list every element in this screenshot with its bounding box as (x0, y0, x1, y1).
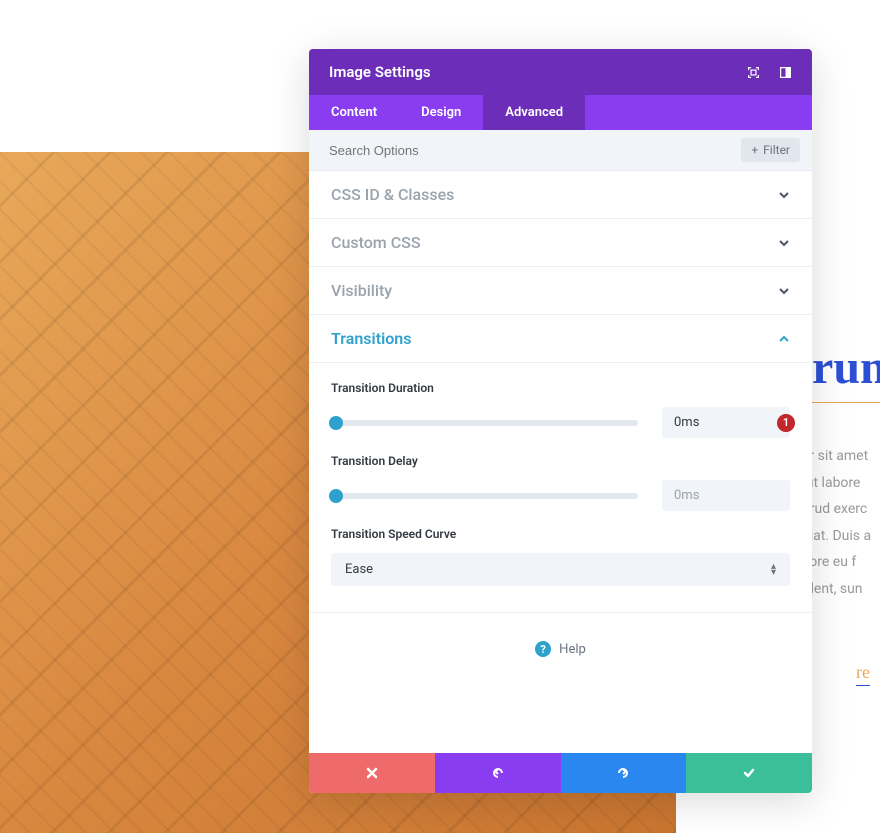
section-label: Custom CSS (331, 233, 421, 252)
search-input[interactable] (321, 139, 741, 162)
check-icon (742, 766, 756, 780)
page-link-fragment[interactable]: re (856, 662, 870, 686)
section-label: CSS ID & Classes (331, 185, 454, 204)
chevron-up-icon (778, 333, 790, 345)
save-button[interactable] (686, 753, 812, 793)
expand-icon[interactable] (746, 65, 760, 79)
help-link[interactable]: ? Help (309, 613, 812, 753)
modal-header-icons (746, 65, 792, 79)
heading-underline (810, 402, 880, 403)
plus-icon: + (751, 143, 758, 157)
section-visibility[interactable]: Visibility (309, 267, 812, 315)
duration-row: 0ms 1 (331, 407, 790, 438)
delay-row: 0ms (331, 480, 790, 511)
transitions-panel: Transition Duration 0ms 1 Transition Del… (309, 363, 812, 612)
redo-icon (616, 766, 630, 780)
help-icon: ? (535, 641, 551, 657)
duration-slider[interactable] (331, 420, 638, 426)
duration-value: 0ms (674, 415, 699, 430)
snap-icon[interactable] (778, 65, 792, 79)
delay-label: Transition Delay (331, 454, 790, 468)
duration-value-input[interactable]: 0ms 1 (662, 407, 790, 438)
modal-header: Image Settings (309, 49, 812, 95)
section-label: Transitions (331, 329, 411, 348)
delay-slider[interactable] (331, 493, 638, 499)
tab-content[interactable]: Content (309, 95, 399, 130)
speed-curve-select[interactable]: Ease ▴▾ (331, 553, 790, 586)
chevron-down-icon (778, 285, 790, 297)
search-row: + Filter (309, 130, 812, 171)
section-label: Visibility (331, 281, 392, 300)
section-transitions[interactable]: Transitions (309, 315, 812, 363)
chevron-down-icon (778, 237, 790, 249)
close-icon (365, 766, 379, 780)
slider-thumb[interactable] (329, 489, 343, 503)
tab-advanced[interactable]: Advanced (483, 95, 585, 130)
filter-label: Filter (763, 143, 790, 157)
modal-tabs: Content Design Advanced (309, 95, 812, 130)
slider-thumb[interactable] (329, 416, 343, 430)
action-bar (309, 753, 812, 793)
tab-design[interactable]: Design (399, 95, 483, 130)
chevron-down-icon (778, 189, 790, 201)
section-custom-css[interactable]: Custom CSS (309, 219, 812, 267)
delay-value-input[interactable]: 0ms (662, 480, 790, 511)
image-settings-modal: Image Settings Content Design Advanced + (309, 49, 812, 793)
speed-curve-value: Ease (345, 562, 373, 577)
speed-curve-label: Transition Speed Curve (331, 527, 790, 541)
delay-value: 0ms (674, 488, 699, 503)
filter-button[interactable]: + Filter (741, 138, 800, 162)
page-heading-fragment: rum (812, 340, 880, 395)
duration-label: Transition Duration (331, 381, 790, 395)
cancel-button[interactable] (309, 753, 435, 793)
accordion: CSS ID & Classes Custom CSS Visibility T… (309, 171, 812, 793)
redo-button[interactable] (561, 753, 687, 793)
section-css-id-classes[interactable]: CSS ID & Classes (309, 171, 812, 219)
callout-badge: 1 (777, 414, 795, 432)
help-label: Help (559, 642, 586, 657)
undo-button[interactable] (435, 753, 561, 793)
modal-title: Image Settings (329, 63, 431, 81)
sort-icon: ▴▾ (771, 564, 776, 576)
undo-icon (491, 766, 505, 780)
